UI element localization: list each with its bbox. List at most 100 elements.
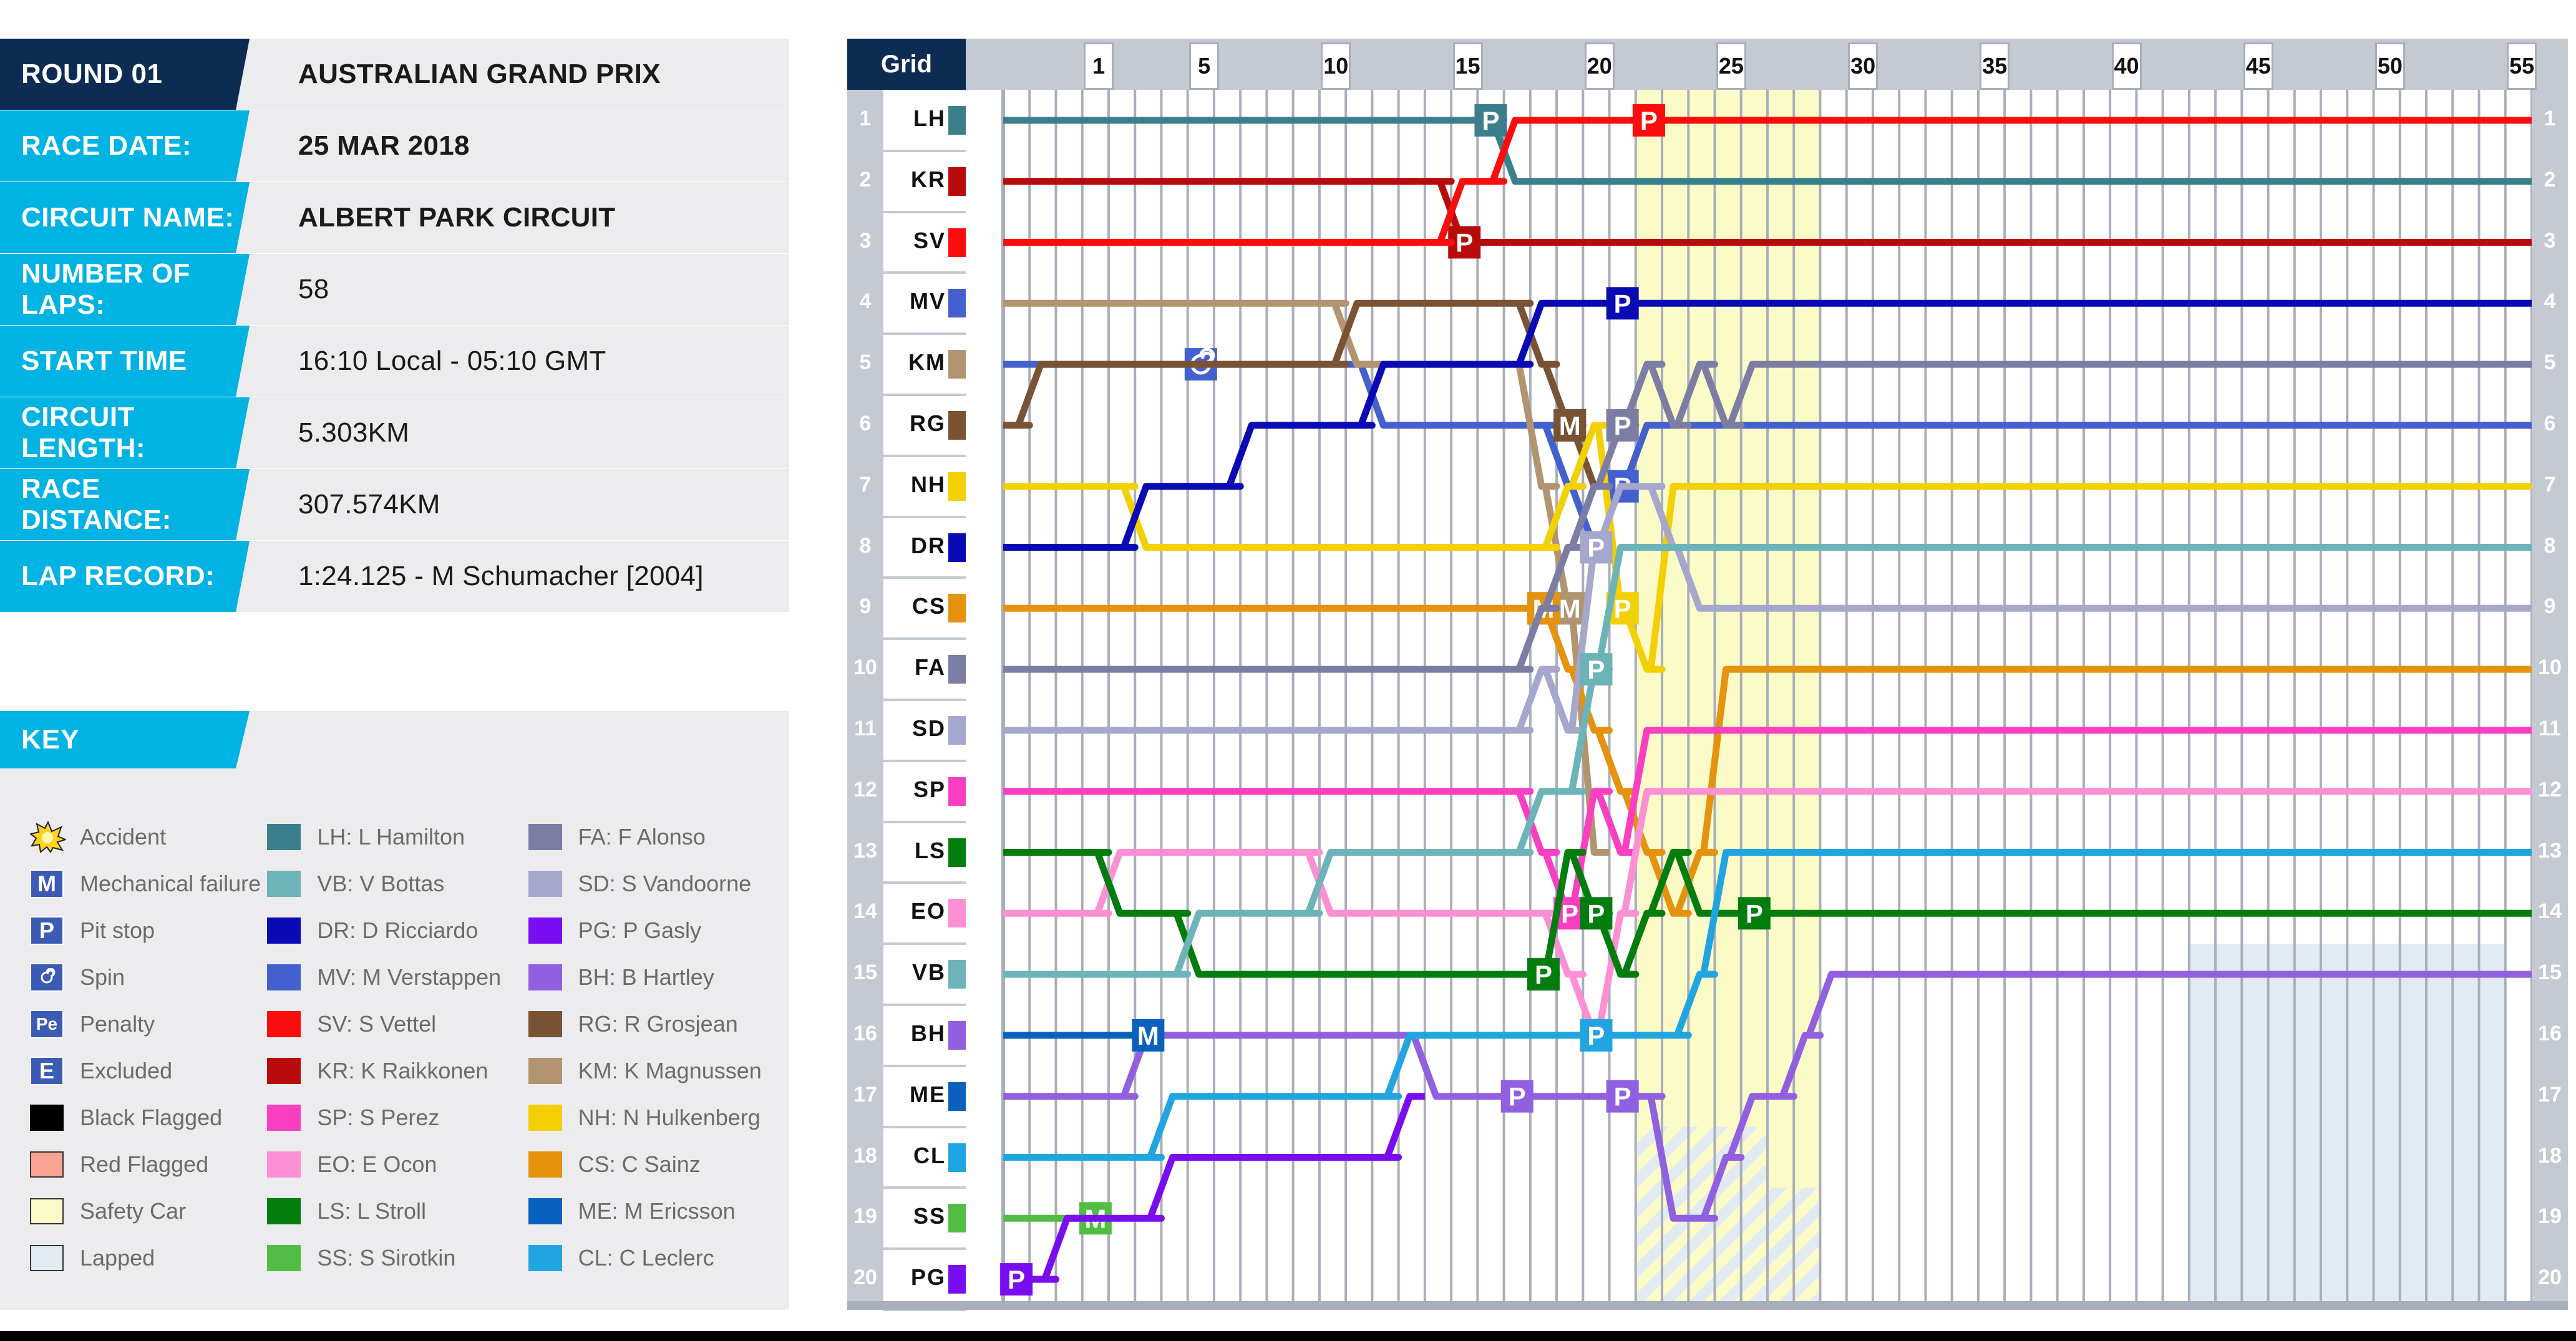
svg-text:P: P xyxy=(1008,1265,1025,1294)
row-separator xyxy=(883,942,966,946)
key-item: Pe Penalty xyxy=(30,1000,267,1047)
row-separator xyxy=(883,454,966,457)
driver-abbr-lh: LH xyxy=(913,105,946,131)
info-value: 1:24.125 - M Schumacher [2004] xyxy=(298,561,704,591)
key-driver-item: BH: B Hartley xyxy=(528,954,789,1000)
driver-color-swatch-eo xyxy=(267,1151,301,1178)
driver-abbr-sp: SP xyxy=(913,776,946,802)
info-label-round: ROUND 01 xyxy=(0,39,250,110)
key-panel-title: KEY xyxy=(0,711,250,768)
svg-text:M: M xyxy=(1559,411,1581,440)
key-driver-label: VB: V Bottas xyxy=(317,870,445,896)
row-separator xyxy=(883,515,966,518)
pit-stop-marker: P xyxy=(1738,897,1771,930)
finish-position-number: 8 xyxy=(2544,533,2556,558)
key-item: Red Flagged xyxy=(30,1141,267,1188)
driver-color-swatch-lh xyxy=(267,823,301,850)
row-separator xyxy=(883,637,966,641)
finish-position-number: 16 xyxy=(2538,1021,2562,1045)
driver-trace-km xyxy=(1003,299,1610,856)
svg-text:P: P xyxy=(1614,411,1631,440)
red-flag-swatch-icon xyxy=(30,1151,64,1178)
lap-tick: 20 xyxy=(1584,42,1615,90)
key-item-label: Penalty xyxy=(80,1010,155,1037)
driver-abbr-ss: SS xyxy=(913,1203,946,1229)
key-driver-item: VB: V Bottas xyxy=(267,860,528,907)
svg-text:P: P xyxy=(1482,106,1499,135)
key-panel: KEY Accident M Mechanical failure P Pit stop… xyxy=(0,711,789,1310)
row-separator xyxy=(883,149,966,152)
svg-text:P: P xyxy=(1535,960,1552,989)
driver-color-swatch-cs xyxy=(528,1151,562,1178)
driver-abbr-pg: PG xyxy=(910,1264,946,1290)
black-flag-swatch-icon xyxy=(30,1104,64,1131)
driver-color-swatch-sp xyxy=(267,1104,301,1131)
grid-position-number: 8 xyxy=(859,533,872,558)
grid-position-axis: 1 2 3 4 5 6 7 8 9 10 11 12 13 14 15 16 17 18 19 20 xyxy=(847,90,883,1310)
key-driver-item: KM: K Magnussen xyxy=(528,1047,789,1094)
driver-abbr-kr: KR xyxy=(911,166,946,192)
grid-position-number: 11 xyxy=(854,716,877,740)
key-driver-item: MV: M Verstappen xyxy=(267,954,528,1000)
lap-tick: 5 xyxy=(1189,42,1220,90)
key-item-label: Spin xyxy=(80,964,125,990)
info-value-round: AUSTRALIAN GRAND PRIX xyxy=(298,59,661,89)
key-item-label: Excluded xyxy=(80,1057,173,1083)
key-driver-label: KR: K Raikkonen xyxy=(317,1057,488,1083)
row-separator xyxy=(883,394,966,396)
accident-star-icon xyxy=(29,820,67,853)
grid-column-header: Grid xyxy=(847,39,966,90)
key-driver-item: SV: S Vettel xyxy=(267,1000,528,1047)
race-info-panel: ROUND 01 AUSTRALIAN GRAND PRIX RACE DATE… xyxy=(0,39,789,612)
svg-text:P: P xyxy=(1456,228,1473,258)
svg-text:M: M xyxy=(1559,594,1581,623)
key-item: E Excluded xyxy=(30,1047,267,1094)
finish-position-number: 13 xyxy=(2538,838,2562,863)
row-separator xyxy=(883,332,966,336)
pit-stop-marker: P xyxy=(1580,653,1613,686)
key-driver-item: NH: N Hulkenberg xyxy=(528,1094,789,1141)
svg-text:P: P xyxy=(1614,289,1631,318)
driver-color-swatch-sv xyxy=(267,1010,301,1037)
driver-color-swatch-nh xyxy=(528,1104,562,1131)
key-item-label: Accident xyxy=(80,823,167,850)
driver-color-swatch-ss xyxy=(267,1244,301,1271)
driver-abbr-ls: LS xyxy=(914,837,946,863)
finish-position-number: 18 xyxy=(2538,1143,2562,1168)
pit-stop-marker: P xyxy=(1527,958,1560,991)
key-driver-label: EO: E Ocon xyxy=(317,1151,437,1177)
finish-position-number: 17 xyxy=(2538,1082,2562,1106)
key-item-label: Pit stop xyxy=(80,917,155,943)
mechanical-failure-icon: M xyxy=(30,869,64,898)
lap-tick: 35 xyxy=(1980,42,2010,90)
grid-position-number: 15 xyxy=(853,961,877,985)
key-driver-item: LH: L Hamilton xyxy=(267,813,528,860)
info-value: 5.303KM xyxy=(298,417,410,448)
key-driver-item: DR: D Ricciardo xyxy=(267,907,528,954)
grid-position-number: 12 xyxy=(853,777,877,801)
key-driver-label: NH: N Hulkenberg xyxy=(578,1104,761,1130)
grid-position-number: 2 xyxy=(859,167,872,191)
key-driver-item: RG: R Grosjean xyxy=(528,1000,789,1047)
grid-position-number: 6 xyxy=(859,411,872,435)
info-rows: RACE DATE: 25 MAR 2018 CIRCUIT NAME: ALBERT… xyxy=(0,110,789,612)
key-driver-label: ME: M Ericsson xyxy=(578,1198,736,1224)
pit-stop-marker: P xyxy=(1580,897,1613,930)
row-separator xyxy=(883,759,966,762)
key-driver-item: LS: L Stroll xyxy=(267,1188,528,1234)
mechanical-failure-marker: M xyxy=(1132,1019,1165,1052)
excluded-icon: E xyxy=(30,1056,64,1085)
driver-color-swatch-sd xyxy=(528,870,562,897)
info-value: 58 xyxy=(298,274,329,304)
info-row: START TIME 16:10 Local - 05:10 GMT xyxy=(0,326,789,397)
grid-position-number: 1 xyxy=(859,106,872,130)
key-item-label: Safety Car xyxy=(80,1198,187,1224)
mechanical-failure-marker: M xyxy=(1553,409,1587,442)
key-driver-item: SD: S Vandoorne xyxy=(528,860,789,907)
key-driver-label: LH: L Hamilton xyxy=(317,823,465,850)
pit-stop-marker: P xyxy=(1000,1263,1033,1296)
key-driver-label: KM: K Magnussen xyxy=(578,1057,762,1083)
finish-position-number: 2 xyxy=(2544,167,2556,191)
pit-stop-marker: P xyxy=(1606,409,1639,442)
driver-color-swatch-mv xyxy=(267,964,301,990)
